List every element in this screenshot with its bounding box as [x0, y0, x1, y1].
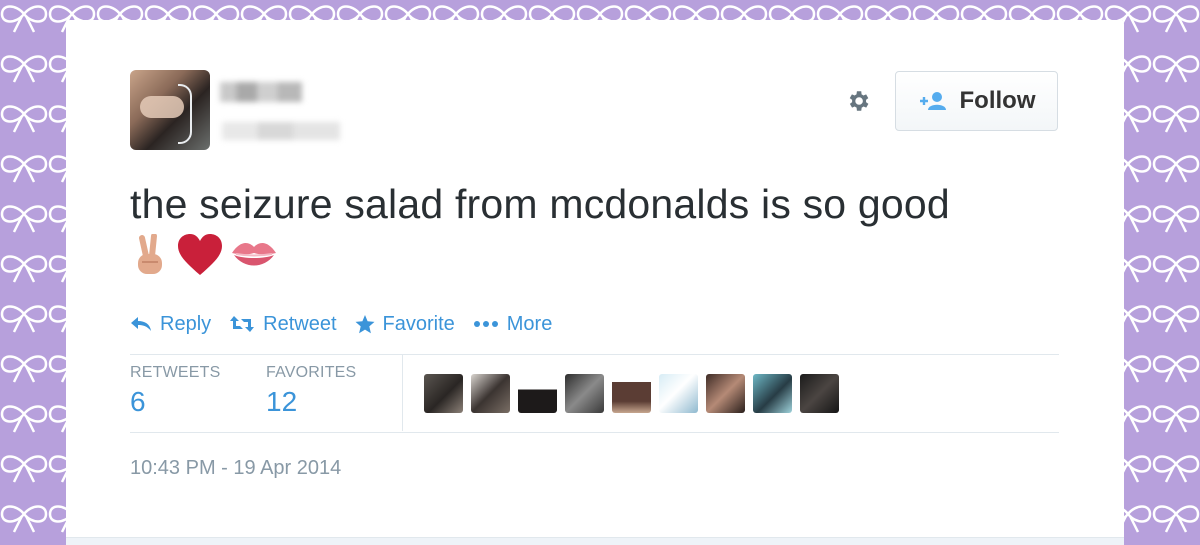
- card-bottom-edge: [66, 537, 1124, 545]
- tweet-text: the seizure salad from mcdonalds is so g…: [130, 181, 950, 227]
- favoriter-avatars: [424, 374, 839, 413]
- more-label: More: [506, 312, 553, 335]
- follow-button[interactable]: Follow: [895, 71, 1058, 131]
- victory-hand-icon: [132, 232, 170, 281]
- retweets-stat[interactable]: RETWEETS 6: [130, 364, 221, 418]
- author-name-blurred[interactable]: [220, 82, 302, 102]
- divider: [130, 354, 1059, 355]
- red-heart-icon: [176, 233, 224, 282]
- reply-icon: [131, 317, 151, 331]
- retweets-stat-label: RETWEETS: [130, 364, 221, 381]
- favoriter-avatar[interactable]: [659, 374, 698, 413]
- reply-label: Reply: [160, 312, 212, 335]
- author-avatar[interactable]: [130, 70, 210, 150]
- retweet-label: Retweet: [263, 312, 337, 335]
- tweet-actions: Reply Retweet Favorite More: [130, 310, 570, 338]
- favoriter-avatar[interactable]: [800, 374, 839, 413]
- favoriter-avatar[interactable]: [471, 374, 510, 413]
- retweet-button[interactable]: Retweet: [229, 312, 337, 336]
- tweet-timestamp[interactable]: 10:43 PM - 19 Apr 2014: [130, 457, 341, 480]
- retweets-count[interactable]: 6: [130, 386, 221, 418]
- favoriter-avatar[interactable]: [612, 374, 651, 413]
- favorites-stat-label: FAVORITES: [266, 364, 357, 381]
- more-dots-icon: [473, 321, 498, 327]
- favoriter-avatar[interactable]: [518, 374, 557, 413]
- kiss-mark-icon: [230, 235, 278, 280]
- favoriter-avatar[interactable]: [424, 374, 463, 413]
- favorites-stat[interactable]: FAVORITES 12: [266, 364, 356, 418]
- favorite-label: Favorite: [382, 312, 455, 335]
- tweet-emojis: [132, 232, 278, 282]
- add-user-icon: [918, 90, 948, 112]
- favoriter-avatar[interactable]: [565, 374, 604, 413]
- favoriter-avatar[interactable]: [753, 374, 792, 413]
- author-handle-blurred[interactable]: [222, 122, 340, 140]
- reply-button[interactable]: Reply: [130, 313, 211, 336]
- stats-divider: [402, 355, 403, 431]
- favoriter-avatar[interactable]: [706, 374, 745, 413]
- tweet-card: Follow the seizure salad from mcdonalds …: [66, 20, 1124, 545]
- star-icon: [355, 314, 375, 333]
- favorites-count[interactable]: 12: [266, 386, 356, 418]
- more-button[interactable]: More: [473, 312, 553, 336]
- retweet-icon: [230, 316, 255, 332]
- favorite-button[interactable]: Favorite: [355, 313, 455, 336]
- gear-icon[interactable]: [841, 84, 875, 118]
- follow-button-label: Follow: [959, 87, 1036, 114]
- divider: [130, 432, 1059, 433]
